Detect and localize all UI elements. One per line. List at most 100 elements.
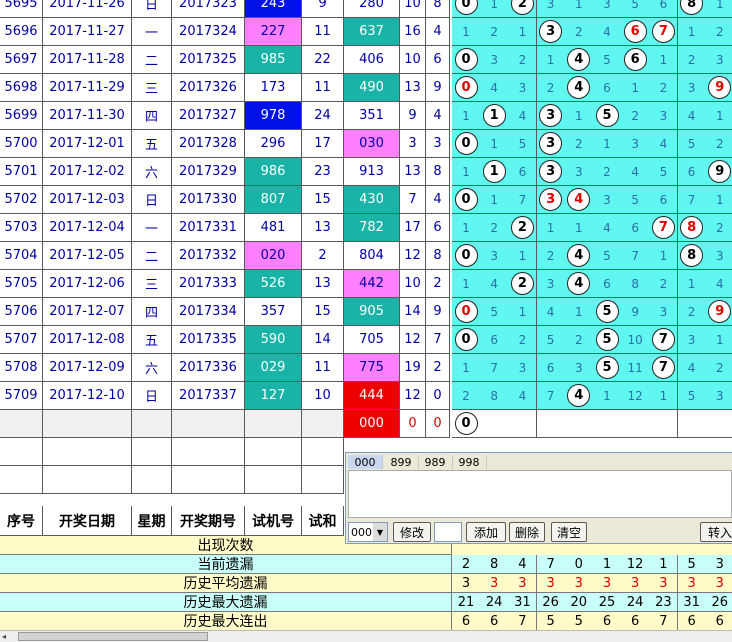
cell-week: 二	[132, 242, 172, 270]
omission-value: 1	[659, 248, 668, 263]
omission-cell: 1	[480, 186, 510, 214]
add-button[interactable]: 添加	[466, 522, 506, 542]
drawn-digit-ball: 4	[567, 272, 591, 295]
drawn-digit-ball: 3	[539, 132, 563, 155]
drawn-digit-ball: 7	[651, 356, 675, 379]
cell-issue: 2017334	[172, 298, 245, 326]
panel-tab-000[interactable]: 000	[348, 455, 383, 469]
omission-value: 6	[518, 164, 527, 179]
drawn-digit-ball: 9	[708, 300, 732, 323]
omission-cell: 10	[621, 326, 651, 354]
pending-omission-cell: 0	[452, 410, 481, 438]
cell-k: 9	[426, 298, 450, 326]
omission-cell: 2	[536, 242, 566, 270]
number-select[interactable]: 000 ▼	[348, 522, 388, 542]
cell-week: 日	[132, 0, 172, 18]
cell-win: 442	[344, 270, 400, 298]
omission-value: 3	[490, 248, 498, 263]
cell-s: 12	[400, 326, 426, 354]
modify-button[interactable]: 修改	[393, 522, 431, 542]
stats-value: 4	[508, 555, 538, 574]
omission-cell: 11	[621, 354, 651, 382]
omission-cell: 3	[536, 186, 566, 214]
trial-number-panel: 000 899 989 998 000 ▼ 修改 添加 删除 清空 转入	[345, 452, 732, 544]
stats-row-label: 历史最大遗漏	[0, 593, 452, 612]
omission-value: 1	[462, 164, 470, 179]
pending-omission-cell	[677, 410, 707, 438]
omission-value: 3	[546, 276, 555, 291]
omission-cell: 7	[649, 326, 679, 354]
cell-week: 五	[132, 326, 172, 354]
drawn-digit-ball: 0	[454, 188, 478, 211]
stats-value: 7	[508, 612, 538, 631]
omission-value: 1	[631, 80, 639, 95]
number-input[interactable]	[434, 522, 462, 542]
omission-value: 3	[715, 388, 724, 403]
pending-omission-cell	[593, 410, 622, 438]
omission-value: 3	[490, 52, 498, 67]
chevron-down-icon[interactable]: ▼	[373, 523, 387, 541]
stats-value: 5	[536, 612, 566, 631]
stats-occurrence-row	[452, 544, 732, 555]
omission-value: 7	[631, 248, 639, 263]
cell-ts: 9	[302, 0, 344, 18]
omission-value: 4	[715, 276, 724, 291]
cell-win: 430	[344, 186, 400, 214]
omission-cell: 1	[508, 242, 538, 270]
omission-value: 1	[603, 136, 611, 151]
cell-week: 五	[132, 130, 172, 158]
cell-trial: 357	[245, 298, 302, 326]
omission-value: 1	[518, 304, 527, 319]
drawn-digit-ball: 0	[454, 132, 478, 155]
omission-value: 5	[518, 136, 527, 151]
omission-cell: 3	[593, 0, 622, 18]
omission-value: 3	[574, 164, 583, 179]
panel-tab-989[interactable]: 989	[418, 455, 453, 469]
omission-value: 4	[659, 136, 668, 151]
omission-value: 5	[687, 388, 696, 403]
drawn-digit-ball: 8	[680, 216, 704, 239]
omission-cell: 5	[480, 298, 510, 326]
cell-ts: 14	[302, 326, 344, 354]
cell-trial: 978	[245, 102, 302, 130]
omission-cell: 9	[705, 298, 732, 326]
stats-value: 24	[480, 593, 510, 612]
stats-value: 6	[593, 612, 622, 631]
omission-cell: 6	[677, 158, 707, 186]
panel-list-area[interactable]	[348, 470, 732, 518]
lottery-grid-window: 5695 2017-11-26 日 2017323 243 9 280 10 8 0 1 2 3 1 3 5 6…	[0, 0, 732, 642]
omission-value: 1	[659, 388, 668, 403]
omission-value: 2	[715, 360, 724, 375]
scrollbar-thumb[interactable]	[18, 632, 208, 641]
panel-tab-998[interactable]: 998	[452, 455, 487, 469]
cell-week: 一	[132, 18, 172, 46]
panel-tab-899[interactable]: 899	[384, 455, 419, 469]
omission-value: 6	[659, 192, 668, 207]
cell-date: 2017-12-08	[43, 326, 132, 354]
omission-cell: 5	[593, 102, 622, 130]
omission-value: 3	[574, 360, 583, 375]
omission-cell: 3	[480, 242, 510, 270]
omission-cell: 1	[705, 0, 732, 18]
scroll-left-icon[interactable]: ◂	[2, 632, 12, 641]
omission-cell: 1	[564, 102, 594, 130]
cell-win: 280	[344, 0, 400, 18]
omission-cell: 6	[621, 18, 651, 46]
clear-button[interactable]: 清空	[551, 522, 587, 542]
omission-cell: 1	[649, 46, 679, 74]
horizontal-scrollbar[interactable]: ◂	[0, 630, 732, 642]
omission-value: 6	[659, 0, 668, 11]
empty-cell	[132, 410, 172, 438]
omission-cell: 7	[677, 186, 707, 214]
omission-cell: 1	[452, 214, 481, 242]
omission-value: 1	[462, 24, 470, 39]
import-button[interactable]: 转入	[700, 522, 732, 542]
omission-cell: 5	[677, 130, 707, 158]
omission-cell: 2	[480, 214, 510, 242]
delete-button[interactable]: 删除	[509, 522, 545, 542]
omission-value: 7	[490, 360, 498, 375]
cell-trial: 173	[245, 74, 302, 102]
stats-value: 8	[480, 555, 510, 574]
omission-value: 8	[490, 388, 498, 403]
cell-win: 030	[344, 130, 400, 158]
